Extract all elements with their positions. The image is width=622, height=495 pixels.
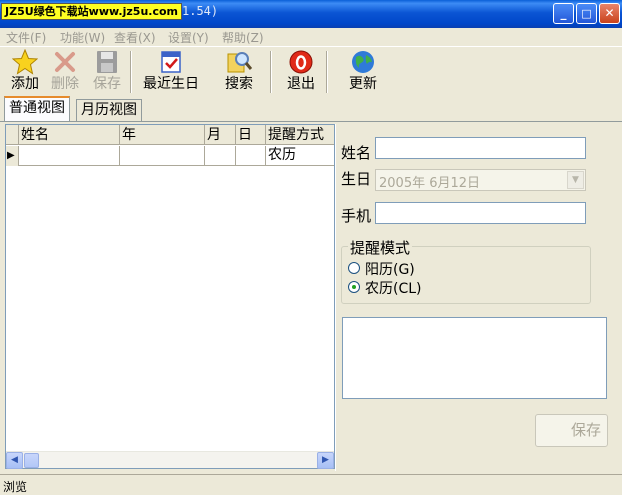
- exit-button[interactable]: 退出: [284, 49, 318, 95]
- exit-label: 退出: [287, 76, 315, 92]
- title-bar: 1.54) JZ5U绿色下载站www.jz5u.com _ □ ✕: [0, 0, 622, 28]
- save-button[interactable]: 保存: [535, 414, 608, 447]
- cell-month[interactable]: [205, 146, 236, 166]
- chevron-down-icon[interactable]: ▼: [567, 171, 584, 189]
- star-icon: [8, 48, 42, 75]
- birthday-grid[interactable]: 姓名 年 月 日 提醒方式 ▶ 农历 ◀ ▶: [5, 124, 335, 469]
- calendar-check-icon: [158, 49, 184, 75]
- radio-solar-circle[interactable]: [348, 262, 360, 274]
- toolbar-separator: [130, 51, 132, 93]
- notes-textarea[interactable]: [342, 317, 607, 399]
- recent-birthdays-label: 最近生日: [143, 76, 199, 92]
- birthday-date-value: 2005年 6月12日: [379, 176, 481, 191]
- column-header-name[interactable]: 姓名: [19, 125, 120, 145]
- menu-view[interactable]: 查看(X): [114, 29, 156, 46]
- tab-normal-view[interactable]: 普通视图: [4, 96, 70, 122]
- recent-birthdays-button[interactable]: 最近生日: [140, 49, 202, 95]
- search-label: 搜索: [225, 76, 253, 92]
- radio-lunar-label: 农历(CL): [365, 281, 422, 297]
- menu-function[interactable]: 功能(W): [60, 29, 105, 46]
- update-button[interactable]: 更新: [346, 49, 380, 95]
- search-icon: [226, 49, 253, 75]
- name-input[interactable]: [375, 137, 586, 159]
- radio-solar-label: 阳历(G): [365, 262, 415, 278]
- add-button[interactable]: 添加: [8, 48, 42, 95]
- column-header-month[interactable]: 月: [205, 125, 236, 145]
- row-indicator: ▶: [6, 146, 19, 166]
- reminder-mode-legend: 提醒模式: [348, 237, 413, 258]
- power-icon: [288, 49, 314, 75]
- menu-help[interactable]: 帮助(Z): [222, 29, 264, 46]
- detail-panel: 姓名 生日 2005年 6月12日 ▼ 手机 提醒模式 阳历(G) 农历(CL)…: [335, 127, 617, 471]
- delete-button[interactable]: 删除: [48, 49, 82, 95]
- globe-icon: [350, 49, 376, 75]
- update-label: 更新: [349, 76, 377, 92]
- scroll-thumb[interactable]: [24, 453, 39, 468]
- cell-year[interactable]: [120, 146, 205, 166]
- column-header-reminder[interactable]: 提醒方式: [266, 125, 334, 145]
- scroll-left-arrow[interactable]: ◀: [6, 452, 23, 469]
- minimize-button[interactable]: _: [553, 3, 574, 24]
- delete-x-icon: [48, 49, 82, 75]
- window-title: 1.54): [182, 4, 219, 18]
- cell-name[interactable]: [19, 146, 120, 166]
- menu-file[interactable]: 文件(F): [6, 29, 46, 46]
- menu-settings[interactable]: 设置(Y): [168, 29, 209, 46]
- status-text: 浏览: [3, 480, 28, 494]
- column-header-year[interactable]: 年: [120, 125, 205, 145]
- tab-calendar-view[interactable]: 月历视图: [76, 99, 142, 121]
- row-indicator-header: [6, 125, 19, 145]
- add-label: 添加: [11, 76, 39, 92]
- toolbar-separator: [270, 51, 272, 93]
- radio-lunar-circle[interactable]: [348, 281, 360, 293]
- grid-header: 姓名 年 月 日 提醒方式: [6, 125, 334, 145]
- column-header-day[interactable]: 日: [236, 125, 266, 145]
- name-label: 姓名: [341, 144, 372, 162]
- phone-label: 手机: [341, 207, 372, 225]
- menu-bar: 文件(F) 功能(W) 查看(X) 设置(Y) 帮助(Z): [0, 28, 622, 46]
- close-button[interactable]: ✕: [599, 3, 620, 24]
- scroll-right-arrow[interactable]: ▶: [317, 452, 334, 469]
- birthday-label: 生日: [341, 170, 372, 188]
- maximize-button[interactable]: □: [576, 3, 597, 24]
- table-row[interactable]: ▶ 农历: [6, 146, 334, 166]
- cell-reminder-mode[interactable]: 农历: [266, 146, 334, 166]
- watermark-banner: JZ5U绿色下载站www.jz5u.com: [1, 3, 182, 20]
- phone-input[interactable]: [375, 202, 586, 224]
- horizontal-scrollbar[interactable]: ◀ ▶: [6, 451, 334, 469]
- toolbar-separator: [326, 51, 328, 93]
- save-toolbar-button[interactable]: 保存: [90, 49, 124, 95]
- view-tabs: 月历视图 普通视图: [0, 96, 622, 122]
- status-bar: 浏览: [0, 474, 622, 495]
- reminder-mode-group: 提醒模式 阳历(G) 农历(CL): [341, 237, 591, 304]
- tab-divider: [0, 121, 622, 122]
- save-toolbar-label: 保存: [93, 76, 121, 92]
- search-button[interactable]: 搜索: [222, 49, 256, 95]
- cell-day[interactable]: [236, 146, 266, 166]
- floppy-disk-icon: [90, 49, 124, 75]
- toolbar: 添加 删除 保存 最近生日 搜索 退出 更新: [0, 46, 622, 96]
- delete-label: 删除: [51, 76, 79, 92]
- birthday-date-picker[interactable]: 2005年 6月12日 ▼: [375, 169, 586, 191]
